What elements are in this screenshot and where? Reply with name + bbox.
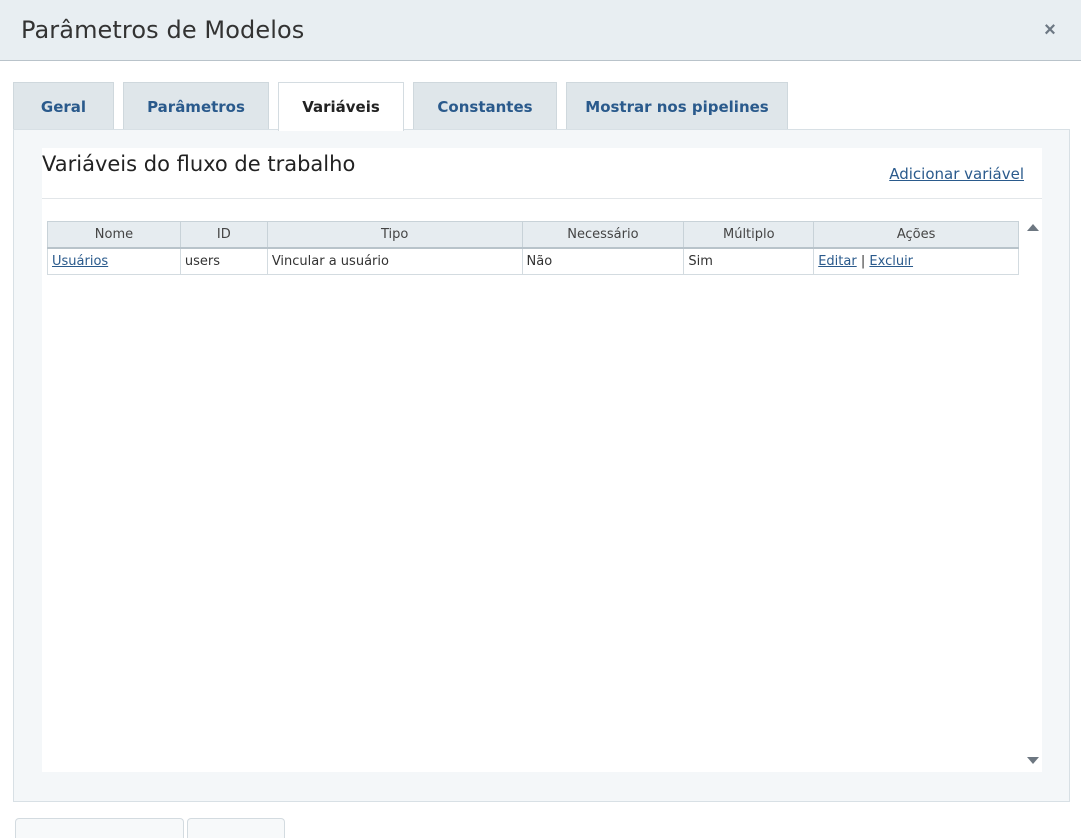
tab-label: Variáveis [302, 98, 380, 116]
dialog-title: Parâmetros de Modelos [21, 16, 305, 44]
cell-nome: Usuários [47, 247, 181, 275]
column-header-necessario[interactable]: Necessário [521, 221, 685, 249]
tab-label: Geral [40, 98, 87, 116]
variable-name-link[interactable]: Usuários [52, 254, 108, 269]
variables-content: Variáveis do fluxo de trabalho Adicionar… [42, 148, 1042, 772]
variables-table: Nome ID Tipo Necessário Múltiplo Ações U… [47, 221, 1019, 275]
add-variable-link[interactable]: Adicionar variável [889, 165, 1024, 183]
cell-multiplo: Sim [683, 247, 815, 275]
column-header-id[interactable]: ID [179, 221, 268, 249]
tab-panel: Variáveis do fluxo de trabalho Adicionar… [13, 129, 1070, 802]
tab-variaveis[interactable]: Variáveis [278, 82, 404, 131]
action-separator: | [860, 254, 866, 269]
section-title: Variáveis do fluxo de trabalho [42, 152, 356, 176]
cell-acoes: Editar | Excluir [813, 247, 1019, 275]
table-header-row: Nome ID Tipo Necessário Múltiplo Ações [47, 221, 1019, 249]
cell-id: users [179, 247, 268, 275]
footer-button[interactable] [15, 818, 184, 838]
column-header-nome[interactable]: Nome [47, 221, 181, 249]
column-header-tipo[interactable]: Tipo [266, 221, 523, 249]
dialog-header: Parâmetros de Modelos × [0, 0, 1081, 61]
table-row: Usuários users Vincular a usuário Não Si… [47, 247, 1019, 275]
close-icon[interactable]: × [1040, 18, 1060, 42]
scroll-down-arrow-icon[interactable] [1027, 757, 1039, 764]
tab-label: Mostrar nos pipelines [585, 98, 769, 116]
delete-link[interactable]: Excluir [869, 254, 913, 269]
column-header-multiplo[interactable]: Múltiplo [683, 221, 815, 249]
footer-button[interactable] [187, 818, 285, 838]
column-header-acoes[interactable]: Ações [813, 221, 1019, 249]
tab-constantes[interactable]: Constantes [413, 82, 557, 130]
tab-label: Parâmetros [147, 98, 245, 116]
tab-parametros[interactable]: Parâmetros [123, 82, 269, 130]
tab-geral[interactable]: Geral [13, 82, 114, 130]
cell-necessario: Não [521, 247, 685, 275]
tab-mostrar-nos-pipelines[interactable]: Mostrar nos pipelines [566, 82, 788, 130]
scroll-up-arrow-icon[interactable] [1027, 224, 1039, 231]
tab-label: Constantes [437, 98, 533, 116]
title-divider [42, 198, 1042, 199]
edit-link[interactable]: Editar [818, 254, 857, 269]
cell-tipo: Vincular a usuário [266, 247, 523, 275]
